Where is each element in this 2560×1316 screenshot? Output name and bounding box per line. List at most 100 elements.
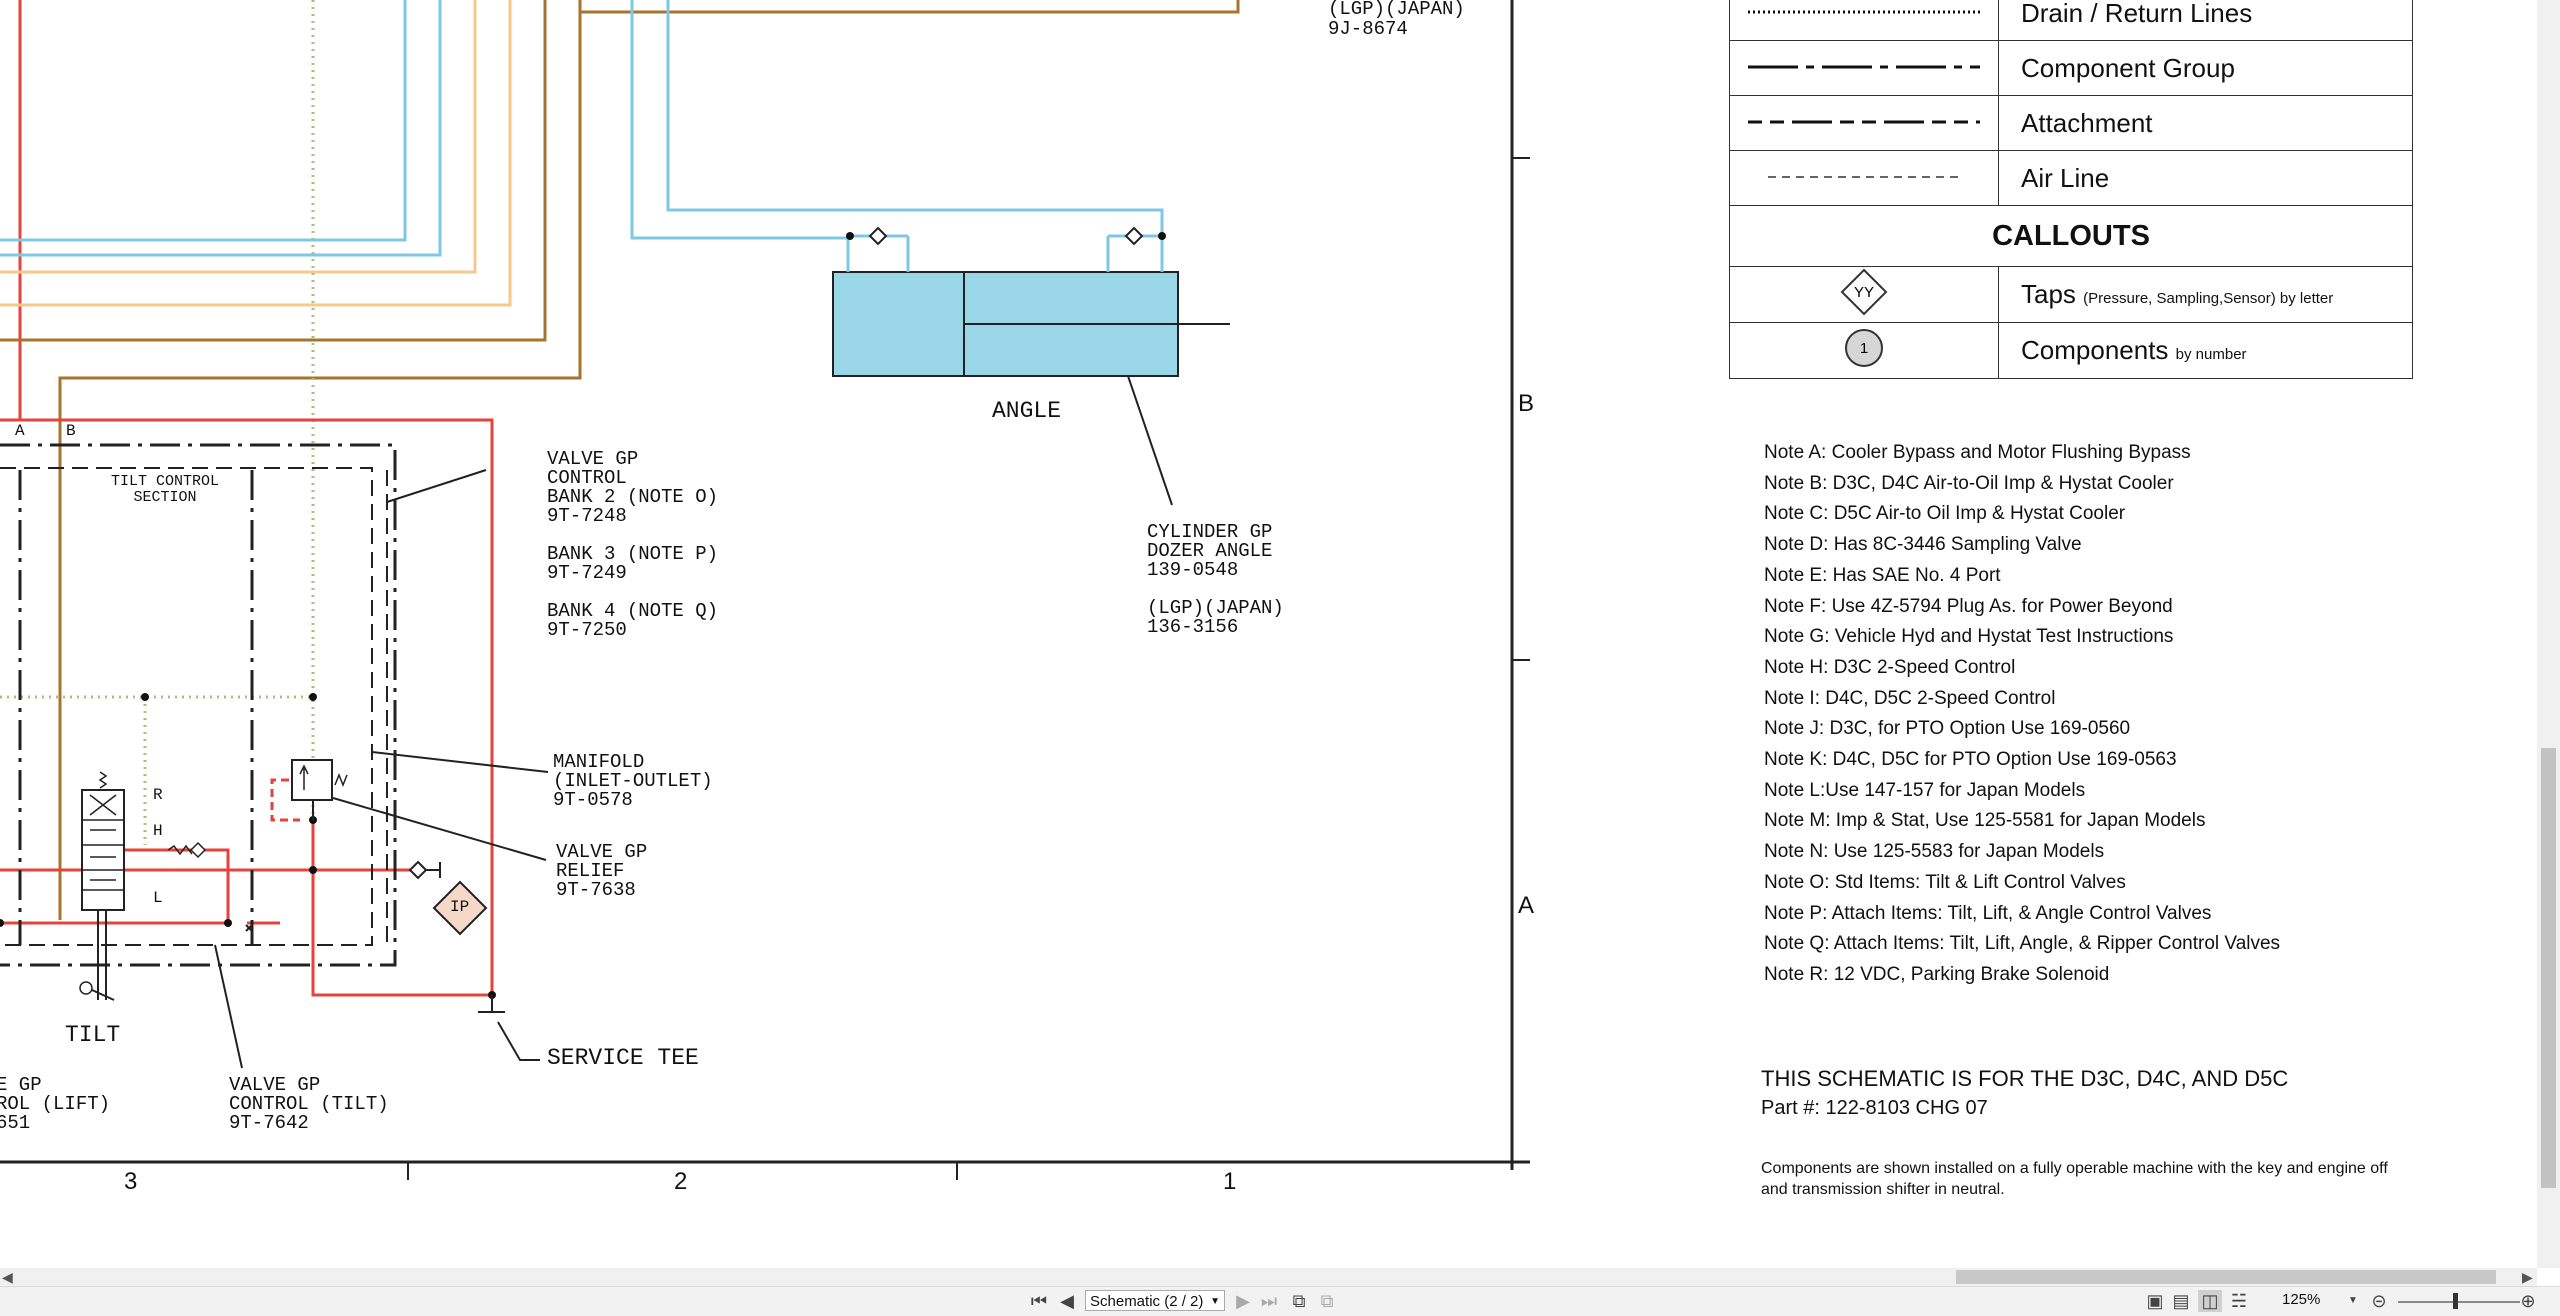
zoom-out-icon[interactable]: ⊝ [2368, 1290, 2390, 1312]
note-i: Note I: D4C, D5C 2-Speed Control [1764, 687, 2056, 709]
legend-row-callouts-heading: CALLOUTS [1729, 205, 2413, 267]
note-c: Note C: D5C Air-to Oil Imp & Hystat Cool… [1764, 503, 2126, 525]
manifold-3: 9T-0578 [553, 789, 633, 811]
page-compare-icon[interactable]: ⧉ [1316, 1290, 1338, 1312]
note-o: Note O: Std Items: Tilt & Lift Control V… [1764, 871, 2126, 893]
note-q: Note Q: Attach Items: Tilt, Lift, Angle,… [1764, 933, 2281, 955]
components-label: Components [2021, 335, 2169, 365]
note-k: Note K: D4C, D5C for PTO Option Use 169-… [1764, 749, 2177, 771]
legend-row-component-group: Component Group [1729, 40, 2413, 96]
relief-valve [291, 759, 348, 820]
zoom-in-icon[interactable]: ⊕ [2516, 1290, 2540, 1312]
port-a: A [15, 422, 25, 440]
port-r: R [153, 786, 163, 804]
last-page-icon[interactable]: ⏭ [1258, 1290, 1280, 1312]
bank3-2: 9T-7249 [547, 562, 627, 584]
note-d: Note D: Has 8C-3446 Sampling Valve [1764, 534, 2082, 556]
horizontal-scroll-thumb[interactable] [1956, 1270, 2496, 1284]
page-view-icon[interactable]: ⧉ [1288, 1290, 1310, 1312]
angle-cylinder [832, 226, 1230, 377]
zoom-slider[interactable] [2398, 1301, 2520, 1303]
tilt-section-1: TILT CONTROL [110, 473, 220, 490]
note-e: Note E: Has SAE No. 4 Port [1764, 564, 2001, 586]
note-p: Note P: Attach Items: Tilt, Lift, & Angl… [1764, 902, 2212, 924]
column-1-label: 1 [1223, 1168, 1237, 1195]
note-j: Note J: D3C, for PTO Option Use 169-0560 [1764, 718, 2131, 740]
tilt-section-2: SECTION [133, 489, 197, 506]
taps-small: (Pressure, Sampling,Sensor) by letter [2083, 290, 2334, 307]
taps-symbol-text: YY [1854, 284, 1874, 301]
dotted-line-symbol [1748, 10, 1980, 14]
lift-valve-3: 651 [0, 1112, 31, 1134]
note-b: Note B: D3C, D4C Air-to-Oil Imp & Hystat… [1764, 472, 2174, 494]
zone-a-label: A [1518, 892, 1535, 919]
legend-component-group-label: Component Group [1998, 40, 2413, 96]
continuous-view-icon[interactable]: ▤ [2170, 1290, 2192, 1312]
note-m: Note M: Imp & Stat, Use 125-5581 for Jap… [1764, 810, 2206, 832]
top-callout-line: (LGP)(JAPAN) [1328, 0, 1465, 20]
legend-row-attachment: Attachment [1729, 95, 2413, 151]
bottom-toolbar: ⏮ ◀ Schematic (2 / 2) ▼ ▶ ⏭ ⧉ ⧉ ▣ ▤ ◫ ☵ … [0, 1286, 2560, 1316]
note-r: Note R: 12 VDC, Parking Brake Solenoid [1764, 963, 2110, 985]
ip-tap-label: IP [450, 898, 470, 916]
valve-gp-4: 9T-7248 [547, 505, 627, 527]
legend-row-drain: Drain / Return Lines [1729, 0, 2413, 41]
cylinder-label-3: 139-0548 [1147, 559, 1239, 581]
long-dash-line-symbol [1748, 120, 1980, 124]
column-2-label: 2 [674, 1168, 688, 1195]
legend-drain-label: Drain / Return Lines [1998, 0, 2413, 41]
port-b: B [66, 422, 76, 440]
port-l: L [153, 889, 163, 907]
scroll-right-icon[interactable]: ▶ [2522, 1268, 2533, 1286]
tap-diamond-icon: YY [1840, 268, 1888, 316]
tilt-label: TILT [65, 1022, 121, 1048]
part-number: Part #: 122-8103 CHG 07 [1761, 1097, 1988, 1119]
footnote: Components are shown installed on a full… [1761, 1160, 2388, 1198]
fit-view-icon[interactable]: ☵ [2228, 1290, 2250, 1312]
dash-dot-line-symbol [1748, 65, 1980, 69]
note-g: Note G: Vehicle Hyd and Hystat Test Inst… [1764, 626, 2174, 648]
zoom-dropdown-icon[interactable]: ▼ [2346, 1290, 2360, 1312]
components-symbol-text: 1 [1860, 340, 1868, 357]
note-h: Note H: D3C 2-Speed Control [1764, 656, 2016, 678]
zoom-level[interactable]: 125% [2282, 1291, 2342, 1308]
legend-row-components: 1 Components by number [1729, 322, 2413, 379]
first-page-icon[interactable]: ⏮ [1028, 1290, 1050, 1312]
single-page-view-icon[interactable]: ▣ [2144, 1290, 2166, 1312]
page-select[interactable]: Schematic (2 / 2) ▼ [1085, 1290, 1225, 1311]
vertical-scroll-thumb[interactable] [2541, 748, 2556, 1188]
vertical-scrollbar[interactable] [2537, 0, 2560, 1268]
top-callout-part: 9J-8674 [1328, 18, 1408, 40]
components-small: by number [2175, 346, 2247, 363]
scroll-left-icon[interactable]: ◀ [2, 1268, 13, 1286]
page-select-value: Schematic (2 / 2) [1090, 1293, 1204, 1310]
horizontal-scrollbar[interactable]: ◀ ▶ [0, 1268, 2537, 1286]
taps-label: Taps [2021, 279, 2076, 309]
previous-page-icon[interactable]: ◀ [1056, 1290, 1078, 1312]
callouts-heading: CALLOUTS [1729, 205, 2413, 267]
thin-dash-line-symbol [1768, 176, 1960, 178]
legend-air-line-label: Air Line [1998, 150, 2413, 206]
tilt-valve-3: 9T-7642 [229, 1112, 309, 1134]
legend-table: Drain / Return Lines Component Group Att… [1729, 0, 2413, 379]
cylinder-lgp-2: 136-3156 [1147, 616, 1239, 638]
note-a: Note A: Cooler Bypass and Motor Flushing… [1764, 442, 2191, 463]
column-3-label: 3 [124, 1168, 138, 1195]
legend-row-taps: YY Taps (Pressure, Sampling,Sensor) by l… [1729, 266, 2413, 323]
note-l: Note L:Use 147-157 for Japan Models [1764, 779, 2086, 801]
legend-row-air-line: Air Line [1729, 150, 2413, 206]
service-tee-label: SERVICE TEE [547, 1045, 699, 1071]
relief-3: 9T-7638 [556, 879, 636, 901]
document-viewport[interactable]: (LGP)(JAPAN) 9J-8674 ANGLE CYLINDER GP D… [0, 0, 2537, 1268]
zoom-slider-thumb[interactable] [2453, 1293, 2458, 1309]
port-h: H [153, 822, 163, 840]
legend-attachment-label: Attachment [1998, 95, 2413, 151]
schematic-applicability: THIS SCHEMATIC IS FOR THE D3C, D4C, AND … [1761, 1066, 2289, 1091]
two-page-view-icon[interactable]: ◫ [2198, 1290, 2222, 1312]
bank4-2: 9T-7250 [547, 619, 627, 641]
notes-list: Note A: Cooler Bypass and Motor Flushing… [1764, 438, 2280, 991]
note-f: Note F: Use 4Z-5794 Plug As. for Power B… [1764, 595, 2173, 617]
zone-b-label: B [1518, 390, 1535, 417]
angle-label: ANGLE [992, 398, 1062, 424]
next-page-icon[interactable]: ▶ [1232, 1290, 1254, 1312]
